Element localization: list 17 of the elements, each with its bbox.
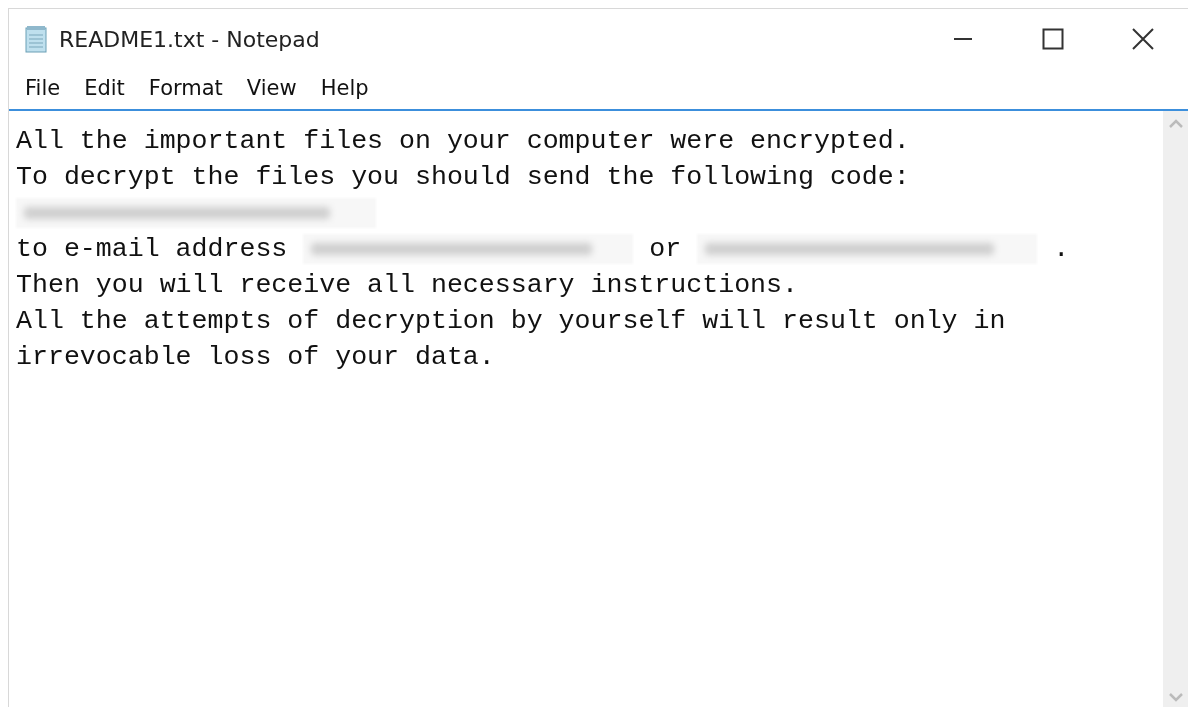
document-text: irrevocable loss of your data. <box>16 342 495 372</box>
document-text: To decrypt the files you should send the following code: <box>16 162 910 192</box>
maximize-icon[interactable] <box>1042 28 1064 50</box>
document-text: or <box>649 234 682 264</box>
menu-item[interactable]: Help <box>316 74 381 104</box>
document-text: Then you will receive all necessary instructions. <box>16 270 798 300</box>
menu-item[interactable]: View <box>242 74 309 104</box>
document-text: to e-mail address <box>16 234 288 264</box>
close-icon[interactable] <box>1132 28 1154 50</box>
notepad-icon <box>23 24 49 54</box>
menu-item[interactable]: Format <box>144 74 235 104</box>
menu-item[interactable]: Edit <box>80 74 137 104</box>
window-title: README1.txt - Notepad <box>59 26 320 52</box>
menu-item[interactable]: File <box>21 74 73 104</box>
document-text: . <box>1053 234 1070 264</box>
document-text: All the attempts of decryption by yourself will result only in <box>16 306 1006 336</box>
document-text: All the important files on your computer were encrypted. <box>16 126 910 156</box>
